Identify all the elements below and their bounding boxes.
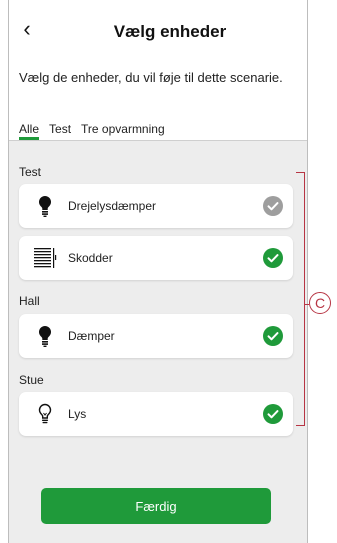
page-title: Vælg enheder <box>113 22 227 41</box>
page-subtitle: Vælg de enheder, du vil føje til dette s… <box>19 70 283 85</box>
done-button[interactable]: Færdig <box>41 488 271 524</box>
check-circle-icon[interactable] <box>263 196 283 216</box>
bulb-dimmer-icon <box>39 326 51 347</box>
chevron-left-icon[interactable]: ‹ <box>15 16 39 42</box>
check-circle-icon[interactable] <box>263 404 283 424</box>
check-circle-icon[interactable] <box>263 326 283 346</box>
device-card-drejelysdaemper[interactable]: Drejelysdæmper <box>19 184 293 228</box>
device-label: Lys <box>68 407 87 421</box>
device-card-lys[interactable]: Lys <box>19 392 293 436</box>
device-label: Skodder <box>68 251 113 265</box>
divider <box>9 140 307 141</box>
bulb-outline-icon <box>38 403 52 424</box>
bulb-dimmer-icon <box>39 196 51 217</box>
device-label: Drejelysdæmper <box>68 199 157 213</box>
device-label: Dæmper <box>68 329 115 343</box>
callout-label-c: C <box>309 292 331 314</box>
group-heading-test: Test <box>19 165 42 179</box>
header: ‹ Vælg enheder Vælg de enheder, du vil f… <box>9 0 307 140</box>
tab-bar: Alle Test Tre opvarmning <box>19 122 165 140</box>
group-heading-hall: Hall <box>19 294 40 308</box>
device-card-skodder[interactable]: Skodder <box>19 236 293 280</box>
check-circle-icon[interactable] <box>263 248 283 268</box>
tab-alle[interactable]: Alle <box>19 122 40 140</box>
phone-screen: ‹ Vælg enheder Vælg de enheder, du vil f… <box>8 0 308 543</box>
tab-test[interactable]: Test <box>49 122 71 136</box>
group-heading-stue: Stue <box>19 373 44 387</box>
tab-tre-opvarmning[interactable]: Tre opvarmning <box>81 122 165 136</box>
shutter-icon <box>34 248 57 268</box>
device-card-daemper[interactable]: Dæmper <box>19 314 293 358</box>
callout-bracket <box>296 172 305 426</box>
